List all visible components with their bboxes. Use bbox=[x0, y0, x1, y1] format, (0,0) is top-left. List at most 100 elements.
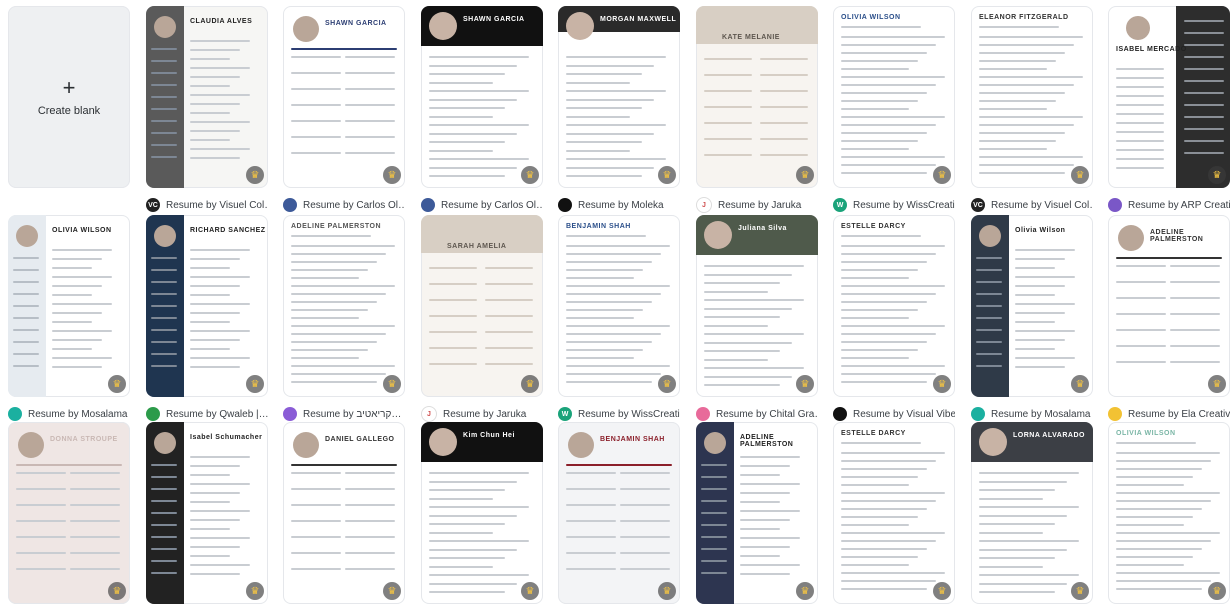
template-card[interactable]: Olivia Wilson ♛ Resume by Mosalama bbox=[971, 215, 1093, 421]
template-caption[interactable]: Resume by Ela Creative bbox=[1108, 406, 1230, 422]
premium-crown-icon: ♛ bbox=[796, 166, 814, 184]
creator-avatar-icon bbox=[1108, 198, 1122, 212]
template-caption[interactable]: W Resume by WissCreati… bbox=[558, 406, 680, 422]
resume-text-line bbox=[429, 81, 493, 84]
template-card[interactable]: ESTELLE DARCY ♛ bbox=[833, 422, 955, 604]
template-card[interactable]: BENJAMIN SHAH ♛ W Resume by WissCreati… bbox=[558, 215, 680, 421]
template-caption[interactable]: Resume by קריאטיב… bbox=[283, 406, 405, 422]
resume-text-line bbox=[52, 357, 112, 359]
resume-text-line bbox=[841, 92, 927, 94]
template-caption[interactable]: Resume by Chital Gra… bbox=[696, 406, 818, 422]
template-card[interactable]: Juliana Silva ♛ Resume by Chital Gra… bbox=[696, 215, 818, 421]
template-thumbnail[interactable]: ESTELLE DARCY ♛ bbox=[833, 215, 955, 397]
template-card[interactable]: SHAWN GARCIA ♛ Resume by Carlos Ol… bbox=[283, 6, 405, 212]
template-thumbnail[interactable]: MORGAN MAXWELL ♛ bbox=[558, 6, 680, 188]
resume-text-line bbox=[566, 472, 616, 474]
resume-text-line bbox=[345, 536, 395, 538]
resume-text-line bbox=[485, 363, 533, 365]
template-card[interactable]: ISABEL MERCADO ♛ Resume by ARP Creati… bbox=[1108, 6, 1230, 212]
create-blank-card[interactable]: + Create blank bbox=[8, 6, 130, 188]
resume-text-line bbox=[1116, 361, 1166, 363]
resume-text-line bbox=[190, 501, 230, 503]
template-thumbnail[interactable]: ISABEL MERCADO ♛ bbox=[1108, 6, 1230, 188]
template-thumbnail[interactable]: OLIVIA WILSON ♛ bbox=[1108, 422, 1230, 604]
template-caption[interactable]: J Resume by Jaruka bbox=[421, 406, 543, 422]
premium-crown-icon: ♛ bbox=[246, 166, 264, 184]
template-caption[interactable]: Resume by Carlos Ol… bbox=[421, 197, 543, 213]
template-thumbnail[interactable]: CLAUDIA ALVES ♛ bbox=[146, 6, 268, 188]
template-card[interactable]: DONNA STROUPE ♛ bbox=[8, 422, 130, 604]
resume-text-line bbox=[1116, 516, 1193, 518]
template-card[interactable]: Kim Chun Hei ♛ bbox=[421, 422, 543, 604]
resume-text-line bbox=[704, 273, 792, 276]
template-card[interactable]: OLIVIA WILSON ♛ Resume by Mosalama bbox=[8, 215, 130, 421]
template-card[interactable]: SHAWN GARCIA ♛ Resume by Carlos Ol… bbox=[421, 6, 543, 212]
template-card[interactable]: ADELINE PALMERSTON ♛ bbox=[696, 422, 818, 604]
template-card[interactable]: CLAUDIA ALVES ♛ VC Resume by Visuel Col… bbox=[146, 6, 268, 212]
template-caption[interactable]: Resume by ARP Creati… bbox=[1108, 197, 1230, 213]
template-thumbnail[interactable]: SHAWN GARCIA ♛ bbox=[421, 6, 543, 188]
template-caption[interactable]: Resume by Moleka bbox=[558, 197, 680, 213]
resume-text-line bbox=[704, 299, 804, 301]
template-thumbnail[interactable]: ADELINE PALMERSTON ♛ bbox=[283, 215, 405, 397]
template-caption[interactable]: Resume by Mosalama bbox=[971, 406, 1093, 422]
template-thumbnail[interactable]: DANIEL GALLEGO ♛ bbox=[283, 422, 405, 604]
resume-text-line bbox=[979, 514, 1067, 517]
template-card[interactable]: ADELINE PALMERSTON ♛ Resume by Ela Creativ… bbox=[1108, 215, 1230, 421]
resume-text-line bbox=[429, 582, 517, 585]
resume-text-line bbox=[566, 309, 643, 311]
template-thumbnail[interactable]: SHAWN GARCIA ♛ bbox=[283, 6, 405, 188]
template-card[interactable]: BENJAMIN SHAH ♛ bbox=[558, 422, 680, 604]
template-thumbnail[interactable]: Isabel Schumacher ♛ bbox=[146, 422, 268, 604]
template-caption[interactable]: VC Resume by Visuel Col… bbox=[971, 197, 1093, 213]
template-card[interactable]: OLIVIA WILSON ♛ W Resume by WissCreati… bbox=[833, 6, 955, 212]
template-thumbnail[interactable]: DONNA STROUPE ♛ bbox=[8, 422, 130, 604]
resume-text-line bbox=[429, 124, 529, 126]
template-caption[interactable]: VC Resume by Visuel Col… bbox=[146, 197, 268, 213]
premium-crown-icon: ♛ bbox=[796, 582, 814, 600]
resume-side-line bbox=[151, 60, 177, 62]
template-caption[interactable]: Resume by Visual Vibes bbox=[833, 406, 955, 422]
resume-text-line bbox=[70, 520, 120, 522]
template-card[interactable]: LORNA ALVARADO ♛ bbox=[971, 422, 1093, 604]
template-card[interactable]: KATE MELANIE ♛ J Resume by Jaruka bbox=[696, 6, 818, 213]
template-thumbnail[interactable]: RICHARD SANCHEZ ♛ bbox=[146, 215, 268, 397]
template-thumbnail[interactable]: BENJAMIN SHAH ♛ bbox=[558, 422, 680, 604]
template-thumbnail[interactable]: OLIVIA WILSON ♛ bbox=[8, 215, 130, 397]
resume-text-line bbox=[979, 52, 1065, 54]
template-thumbnail[interactable]: ELEANOR FITZGERALD ♛ bbox=[971, 6, 1093, 188]
template-card[interactable]: Isabel Schumacher ♛ bbox=[146, 422, 268, 604]
resume-text-line bbox=[566, 90, 666, 92]
resume-text-line bbox=[841, 460, 936, 462]
template-caption[interactable]: Resume by Qwaleb |… bbox=[146, 406, 268, 422]
template-thumbnail[interactable]: ADELINE PALMERSTON ♛ bbox=[1108, 215, 1230, 397]
template-grid: + Create blank CLAUDIA ALVES ♛ VC Resume by… bbox=[0, 0, 1231, 604]
template-thumbnail[interactable]: Juliana Silva ♛ bbox=[696, 215, 818, 397]
template-thumbnail[interactable]: Kim Chun Hei ♛ bbox=[421, 422, 543, 604]
template-thumbnail[interactable]: SARAH AMELIA ♛ bbox=[421, 215, 543, 397]
template-card[interactable]: ESTELLE DARCY ♛ Resume by Visual Vibes bbox=[833, 215, 955, 421]
template-thumbnail[interactable]: KATE MELANIE ♛ bbox=[696, 6, 818, 188]
template-card[interactable]: MORGAN MAXWELL ♛ Resume by Moleka bbox=[558, 6, 680, 212]
template-card[interactable]: RICHARD SANCHEZ ♛ Resume by Qwaleb |… bbox=[146, 215, 268, 421]
template-caption[interactable]: W Resume by WissCreati… bbox=[833, 197, 955, 213]
template-thumbnail[interactable]: Olivia Wilson ♛ bbox=[971, 215, 1093, 397]
template-author-label: Resume by Mosalama bbox=[28, 408, 128, 420]
template-card[interactable]: SARAH AMELIA ♛ J Resume by Jaruka bbox=[421, 215, 543, 422]
template-caption[interactable]: Resume by Mosalama bbox=[8, 406, 130, 422]
template-thumbnail[interactable]: OLIVIA WILSON ♛ bbox=[833, 6, 955, 188]
resume-text-line bbox=[345, 472, 395, 474]
template-card[interactable]: ELEANOR FITZGERALD ♛ VC Resume by Visuel Co… bbox=[971, 6, 1093, 212]
template-thumbnail[interactable]: LORNA ALVARADO ♛ bbox=[971, 422, 1093, 604]
template-card[interactable]: ADELINE PALMERSTON ♛ Resume by קריאטיב… bbox=[283, 215, 405, 421]
template-thumbnail[interactable]: ADELINE PALMERSTON ♛ bbox=[696, 422, 818, 604]
template-card[interactable]: DANIEL GALLEGO ♛ bbox=[283, 422, 405, 604]
template-thumbnail[interactable]: ESTELLE DARCY ♛ bbox=[833, 422, 955, 604]
template-card[interactable]: OLIVIA WILSON ♛ bbox=[1108, 422, 1230, 604]
template-thumbnail[interactable]: BENJAMIN SHAH ♛ bbox=[558, 215, 680, 397]
resume-text-line bbox=[841, 277, 909, 279]
resume-text-line bbox=[429, 107, 505, 109]
template-caption[interactable]: J Resume by Jaruka bbox=[696, 197, 818, 213]
create-blank-button[interactable]: + Create blank bbox=[8, 6, 130, 188]
template-caption[interactable]: Resume by Carlos Ol… bbox=[283, 197, 405, 213]
